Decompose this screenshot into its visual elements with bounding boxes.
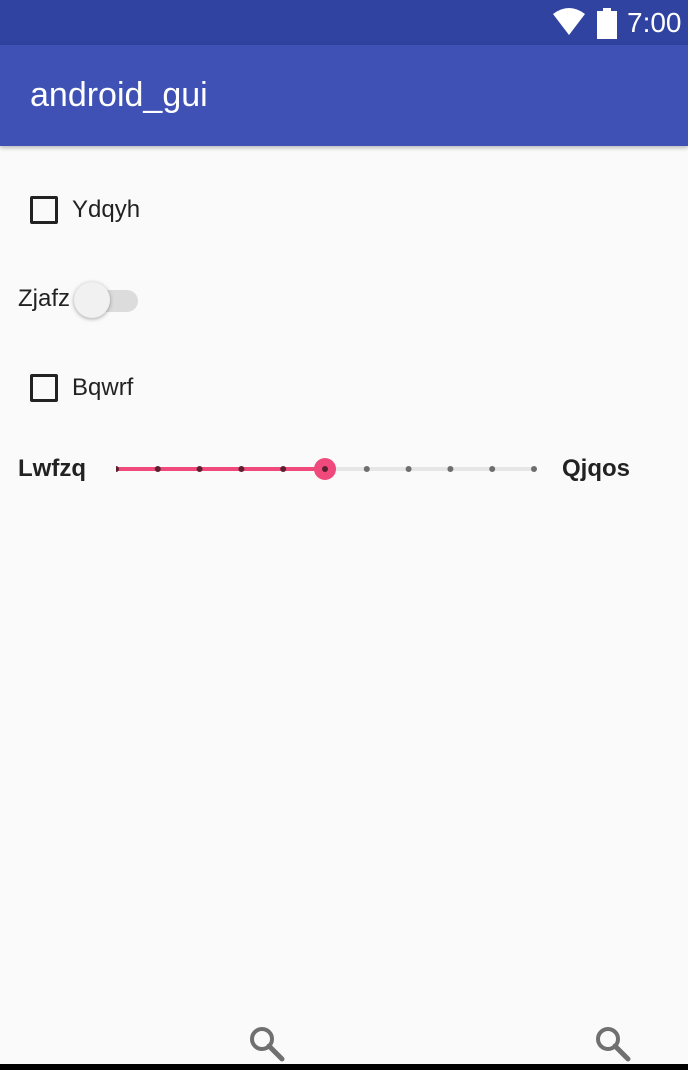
search-icon[interactable] — [249, 1026, 285, 1062]
seekbar-tick — [116, 466, 119, 472]
navigation-bar-edge — [0, 1064, 688, 1070]
seekbar-tick — [280, 466, 287, 472]
seekbar-tick — [447, 466, 454, 472]
status-time: 7:00 — [627, 7, 682, 38]
seekbar-thumb-tick — [322, 466, 328, 472]
checkbox-box[interactable] — [30, 196, 58, 224]
seekbar[interactable] — [116, 453, 540, 485]
status-bar: 7:00 — [0, 0, 688, 45]
app-bar: android_gui — [0, 45, 688, 146]
checkbox-label: Ydqyh — [72, 196, 141, 223]
switch-label: Zjafz — [18, 285, 71, 312]
search-icon[interactable] — [595, 1026, 631, 1062]
seekbar-right-label: Qjqos — [562, 455, 631, 482]
seekbar-left-label: Lwfzq — [18, 455, 86, 482]
checkbox-ydqyh[interactable]: Ydqyh — [30, 192, 140, 228]
seekbar-tick — [531, 466, 537, 472]
seekbar-tick — [489, 466, 496, 472]
switch-thumb[interactable] — [74, 282, 110, 318]
seekbar-tick — [154, 466, 161, 472]
wifi-icon — [553, 8, 585, 35]
seekbar-tick — [363, 466, 370, 472]
checkbox-label: Bqwrf — [72, 374, 134, 401]
seekbar-tick — [196, 466, 203, 472]
checkbox-box[interactable] — [30, 374, 58, 402]
app-title: android_gui — [30, 76, 208, 114]
seekbar-tick — [405, 466, 412, 472]
checkbox-bqwrf[interactable]: Bqwrf — [30, 370, 133, 406]
seekbar-tick — [238, 466, 245, 472]
battery-icon — [597, 8, 617, 39]
